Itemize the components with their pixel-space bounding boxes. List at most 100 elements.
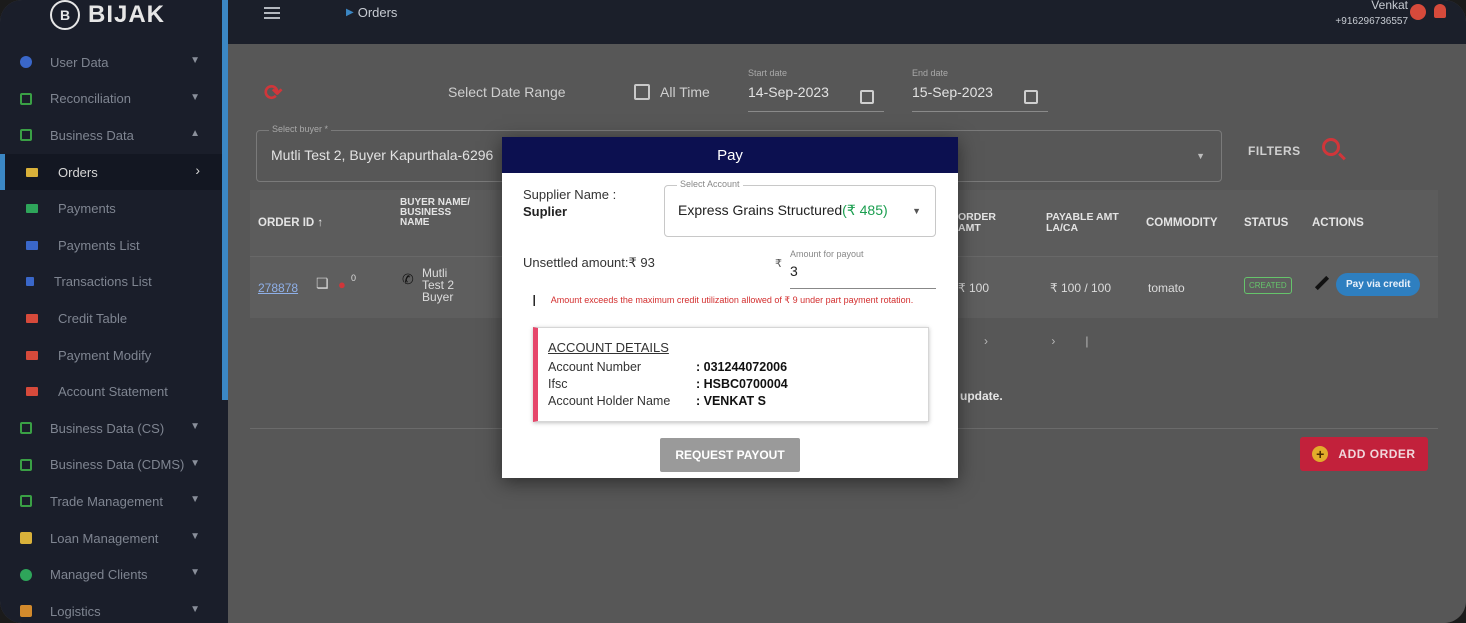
menu-icon[interactable] <box>264 7 280 19</box>
start-date-field[interactable]: Start date 14-Sep-2023 <box>748 68 884 112</box>
sidebar-item-user-data[interactable]: User Data ▼ <box>0 44 222 81</box>
rupee-prefix: ₹ <box>775 258 782 270</box>
account-icon[interactable] <box>1410 4 1426 20</box>
sidebar-item-trade-management[interactable]: Trade Management ▼ <box>0 483 222 520</box>
sidebar-item-label: Orders <box>58 164 98 180</box>
chevron-right-icon: › <box>195 161 200 178</box>
grid-icon <box>20 92 32 105</box>
column-header-buyer[interactable]: BUYER NAME/ BUSINESS NAME <box>400 198 470 228</box>
payments-icon <box>26 204 38 214</box>
sidebar-item-credit-table[interactable]: Credit Table <box>0 300 222 337</box>
sidebar-item-label: Payment Modify <box>58 347 152 363</box>
brand-name: BIJAK <box>88 1 166 28</box>
order-id-link[interactable]: 278878 <box>258 281 298 295</box>
all-time-label: All Time <box>660 84 710 100</box>
column-header-commodity[interactable]: COMMODITY <box>1146 217 1218 230</box>
account-statement-icon <box>26 387 38 397</box>
globe-icon <box>20 568 32 581</box>
holder-row: Account Holder Name: VENKAT S <box>548 393 928 410</box>
chevron-down-icon: ▼ <box>190 91 200 103</box>
sidebar-item-label: Trade Management <box>50 493 163 509</box>
calendar-icon[interactable] <box>1024 90 1038 104</box>
sidebar-item-label: Payments List <box>58 237 140 253</box>
sidebar-item-logistics[interactable]: Logistics ▼ <box>0 593 222 623</box>
calendar-icon[interactable] <box>860 90 874 104</box>
filters-button[interactable]: FILTERS <box>1248 144 1301 158</box>
payout-amount-field[interactable]: Amount for payout 3 <box>790 249 936 289</box>
chevron-down-icon: ▼ <box>190 567 200 579</box>
grid-icon <box>20 495 32 508</box>
sidebar-item-transactions-list[interactable]: Transactions List <box>0 264 222 301</box>
transactions-icon <box>26 277 34 287</box>
bell-icon[interactable] <box>1434 4 1446 18</box>
edit-icon[interactable] <box>1314 275 1330 291</box>
chevron-down-icon: ▼ <box>190 457 200 469</box>
dialog-title: Pay <box>502 137 958 173</box>
app-frame: B BIJAK User Data ▼ Reconciliation ▼ Busin… <box>0 0 1466 623</box>
end-date-field[interactable]: End date 15-Sep-2023 <box>912 68 1048 112</box>
chevron-down-icon: ▼ <box>190 530 200 542</box>
sidebar-item-managed-clients[interactable]: Managed Clients ▼ <box>0 556 222 593</box>
credit-table-icon <box>26 313 38 323</box>
sidebar-item-label: Business Data <box>50 127 134 143</box>
sidebar-item-payments[interactable]: Payments <box>0 190 222 227</box>
account-number-row: Account Number: 031244072006 <box>548 359 928 376</box>
breadcrumb-orders[interactable]: Orders <box>358 5 398 20</box>
sidebar-item-account-statement[interactable]: Account Statement <box>0 373 222 410</box>
sidebar-item-label: Logistics <box>50 603 101 619</box>
dropdown-arrow-icon[interactable]: ▼ <box>912 206 921 216</box>
start-date-label: Start date <box>748 68 788 78</box>
camera-icon[interactable]: ● <box>338 277 346 292</box>
sidebar-item-label: Account Statement <box>58 384 168 400</box>
photo-count: 0 <box>351 273 357 283</box>
account-number-label: Account Number <box>548 360 642 374</box>
sidebar-item-label: Loan Management <box>50 530 159 546</box>
account-details-card: ACCOUNT DETAILS Account Number: 03124407… <box>533 327 929 422</box>
sidebar-nav: User Data ▼ Reconciliation ▼ Business Data… <box>0 44 222 623</box>
globe-icon <box>20 56 32 69</box>
brand-logo[interactable]: B BIJAK <box>50 0 165 30</box>
copy-icon[interactable]: ❏ <box>316 275 329 292</box>
supplier-name: Suplier <box>523 204 568 219</box>
phone-icon[interactable]: ✆ <box>402 271 414 288</box>
sidebar-item-orders[interactable]: Orders › <box>0 153 222 191</box>
all-time-checkbox[interactable]: All Time <box>634 84 710 100</box>
pay-via-credit-button[interactable]: Pay via credit <box>1336 273 1421 296</box>
plus-icon: + <box>1312 446 1329 462</box>
commodity: tomato <box>1148 281 1185 295</box>
refresh-icon[interactable]: ⟳ <box>264 82 286 104</box>
pay-dialog: Pay Supplier Name : Suplier Select Accou… <box>502 137 958 478</box>
buyer-select-value: Mutli Test 2, Buyer Kapurthala-6296 <box>271 147 494 163</box>
column-header-payable[interactable]: PAYABLE AMT LA/CA <box>1046 212 1136 233</box>
sidebar-item-business-data-cs[interactable]: Business Data (CS) ▼ <box>0 410 222 447</box>
user-info: Venkat +916296736557 <box>1335 0 1408 27</box>
payout-amount-input[interactable]: 3 <box>790 263 936 279</box>
column-header-order-id[interactable]: ORDER ID ↑ <box>258 217 323 230</box>
sidebar-item-payments-list[interactable]: Payments List <box>0 227 222 264</box>
sidebar-item-label: Business Data (CS) <box>50 420 165 436</box>
dropdown-arrow-icon[interactable]: ▼ <box>1196 151 1205 161</box>
sidebar-item-payment-modify[interactable]: Payment Modify <box>0 337 222 374</box>
column-header-order-amt[interactable]: ORDER AMT <box>958 212 1006 233</box>
supplier-info: Supplier Name : Suplier <box>523 186 616 220</box>
brand-mark-icon: B <box>50 0 80 30</box>
account-details-title: ACCOUNT DETAILS <box>548 340 669 355</box>
grid-icon <box>20 458 32 471</box>
caret-right-icon: ▶ <box>346 7 354 18</box>
chevron-down-icon: ▼ <box>190 420 200 432</box>
ifsc-label: Ifsc <box>548 377 568 391</box>
search-icon[interactable] <box>1322 138 1340 156</box>
sidebar-item-reconciliation[interactable]: Reconciliation ▼ <box>0 81 222 118</box>
checkbox-icon[interactable] <box>634 84 650 100</box>
user-name: Venkat <box>1371 0 1408 12</box>
add-order-button[interactable]: + ADD ORDER <box>1300 437 1428 471</box>
sidebar-item-business-data[interactable]: Business Data ▲ <box>0 117 222 154</box>
sidebar-item-loan-management[interactable]: Loan Management ▼ <box>0 520 222 557</box>
account-select[interactable]: Select Account Express Grains Structured… <box>664 179 936 237</box>
sidebar-item-business-data-cdms[interactable]: Business Data (CDMS) ▼ <box>0 447 222 484</box>
date-range-label: Select Date Range <box>448 84 566 100</box>
column-header-status[interactable]: STATUS <box>1244 217 1288 230</box>
sidebar: B BIJAK User Data ▼ Reconciliation ▼ Busin… <box>0 0 228 623</box>
request-payout-button[interactable]: REQUEST PAYOUT <box>660 438 800 472</box>
pagination-controls[interactable]: › ›| <box>984 334 1118 348</box>
